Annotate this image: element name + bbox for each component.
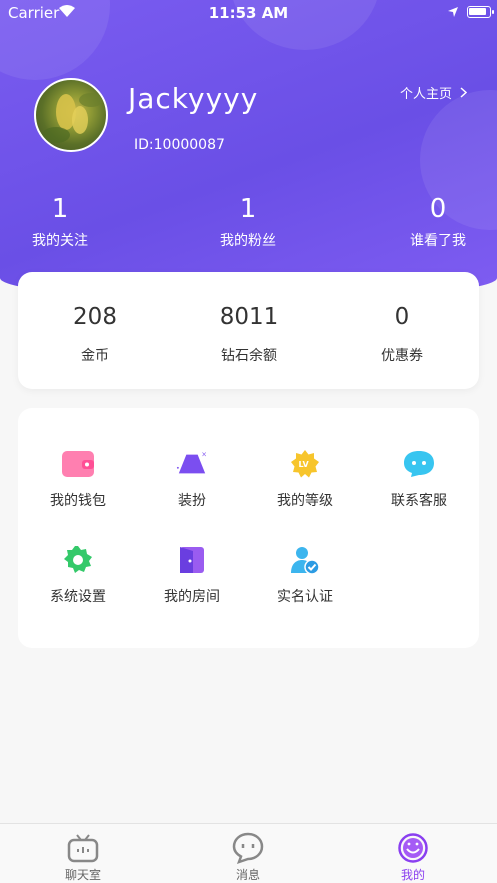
visitors-stat[interactable]: 0 谁看了我 [368, 193, 497, 250]
level-icon: LV [289, 448, 321, 480]
coupons-stat[interactable]: 0 优惠券 [325, 302, 479, 365]
menu-label-customer-service: 联系客服 [391, 493, 447, 509]
homepage-link[interactable]: 个人主页 [400, 83, 467, 102]
coupons-label: 优惠券 [381, 348, 423, 364]
status-bar: Carrier 11:53 AM [0, 0, 497, 26]
tab-label-messages: 消息 [235, 868, 260, 882]
menu-item-customer-service[interactable]: 联系客服 [361, 448, 477, 510]
customer-service-icon [403, 448, 435, 480]
menu-label-settings: 系统设置 [50, 589, 106, 605]
wallet-icon [62, 448, 94, 480]
verify-icon [289, 544, 321, 576]
following-count: 1 [51, 194, 69, 224]
coins-label: 金币 [81, 348, 109, 364]
chevron-right-icon [460, 87, 467, 98]
tab-label-chatroom: 聊天室 [64, 868, 101, 882]
user-id: ID:10000087 [134, 137, 225, 153]
menu-label-level: 我的等级 [277, 493, 333, 509]
tab-mine[interactable]: 我的 [353, 832, 473, 883]
profile-header: Carrier 11:53 AM Jackyyyy ID:10000087 个人… [0, 0, 497, 300]
room-icon [176, 544, 208, 576]
menu-label-dress-up: 装扮 [178, 493, 206, 509]
visitors-count: 0 [429, 194, 447, 224]
homepage-link-label: 个人主页 [399, 87, 452, 102]
svg-text:×: × [201, 450, 207, 458]
feature-menu-card: 我的钱包 × 装扮 LV 我的等级 联系客服 系统设置 我的房间 实名认证 [18, 408, 479, 648]
menu-label-room: 我的房间 [164, 589, 220, 605]
diamonds-label: 钻石余额 [221, 348, 277, 364]
fans-label: 我的粉丝 [220, 233, 276, 249]
wallet-summary-card: 208 金币 8011 钻石余额 0 优惠券 [18, 272, 479, 389]
battery-icon [467, 6, 494, 18]
status-right-group [447, 6, 494, 18]
following-label: 我的关注 [32, 233, 88, 249]
username: Jackyyyy [128, 82, 259, 115]
svg-text:LV: LV [299, 460, 310, 469]
chat-bubble-icon [232, 832, 264, 865]
tab-chatroom[interactable]: 聊天室 [23, 832, 143, 883]
tab-bar: 聊天室 消息 我的 [0, 823, 497, 883]
tab-label-mine: 我的 [400, 868, 425, 882]
menu-item-room[interactable]: 我的房间 [134, 544, 250, 606]
visitors-label: 谁看了我 [410, 233, 466, 249]
coupons-value: 0 [394, 304, 410, 330]
following-stat[interactable]: 1 我的关注 [0, 193, 130, 250]
menu-item-settings[interactable]: 系统设置 [20, 544, 136, 606]
tab-messages[interactable]: 消息 [188, 832, 308, 883]
dress-up-icon: × [176, 448, 208, 480]
coins-stat[interactable]: 208 金币 [18, 302, 172, 365]
menu-item-dress-up[interactable]: × 装扮 [134, 448, 250, 510]
avatar-photo [42, 93, 103, 143]
tv-icon [67, 832, 99, 864]
menu-item-verification[interactable]: 实名认证 [247, 544, 363, 606]
smiley-icon [397, 832, 429, 864]
diamonds-value: 8011 [219, 304, 279, 330]
avatar[interactable] [34, 78, 108, 152]
menu-label-verification: 实名认证 [277, 589, 333, 605]
fans-stat[interactable]: 1 我的粉丝 [178, 193, 318, 250]
menu-item-level[interactable]: LV 我的等级 [247, 448, 363, 510]
diamonds-stat[interactable]: 8011 钻石余额 [172, 302, 326, 365]
coins-value: 208 [73, 304, 117, 330]
menu-label-wallet: 我的钱包 [50, 493, 106, 509]
fans-count: 1 [239, 194, 257, 224]
clock: 11:53 AM [208, 4, 289, 22]
settings-icon [62, 544, 94, 576]
location-arrow-icon [448, 7, 458, 17]
menu-item-wallet[interactable]: 我的钱包 [20, 448, 136, 510]
